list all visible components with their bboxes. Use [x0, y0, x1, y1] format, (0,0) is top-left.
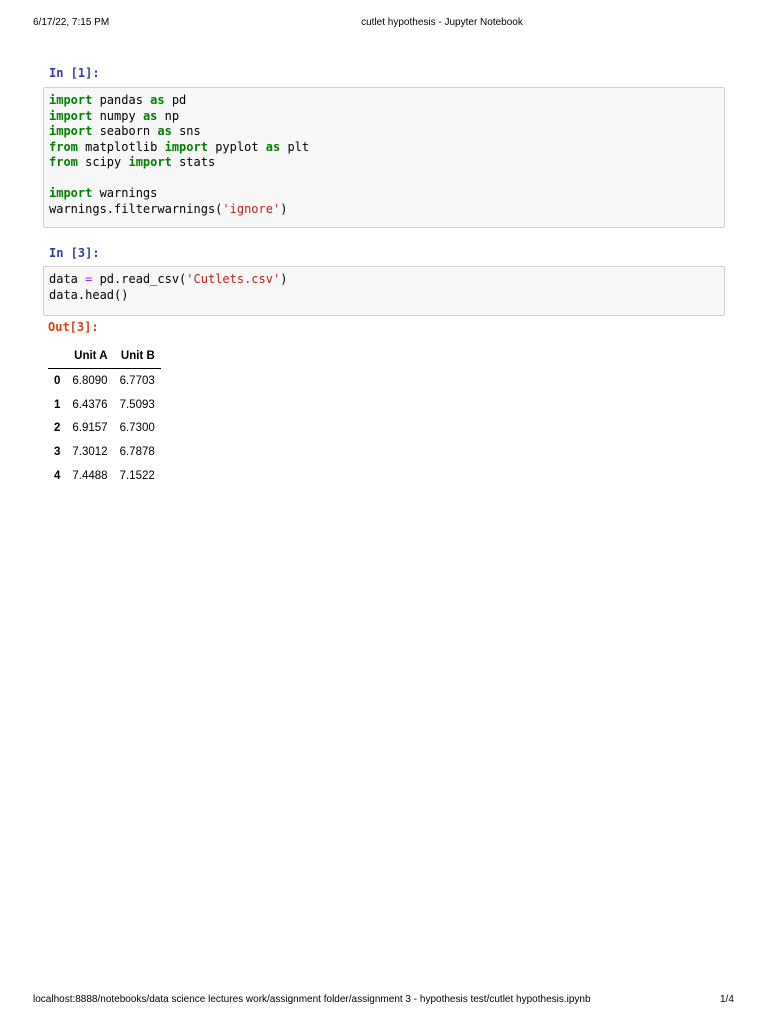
table-cell: 6.7300 [119, 422, 155, 435]
code-text: warnings [92, 186, 158, 200]
code-text: seaborn [92, 124, 158, 138]
code-text: pd [164, 93, 187, 107]
column-header: Unit A [74, 350, 108, 362]
code-line: import pandas as pd [49, 93, 724, 109]
cell-1-prompt: In [1]: [49, 66, 100, 80]
code-line: from matplotlib import pyplot as plt [49, 140, 724, 156]
table-cell: 7.1522 [119, 469, 155, 482]
table-row: 4 7.4488 7.1522 [48, 464, 161, 488]
code-keyword: from [49, 139, 78, 154]
print-url: localhost:8888/notebooks/data science le… [33, 994, 591, 1005]
code-keyword: import [128, 155, 172, 169]
print-title: cutlet hypothesis - Jupyter Notebook [361, 17, 523, 28]
code-text: ) [280, 201, 288, 216]
table-cell: 6.7878 [119, 445, 155, 458]
code-string: 'Cutlets.csv' [186, 272, 281, 286]
code-keyword: import [164, 139, 208, 154]
table-body: 0 6.8090 6.7703 1 6.4376 7.5093 2 6.9157 6.7300 3… [48, 369, 161, 488]
code-line: warnings.filterwarnings('ignore') [49, 202, 724, 218]
code-text: np [157, 108, 180, 123]
table-cell: 6.8090 [72, 374, 108, 387]
code-text: pyplot [207, 139, 266, 154]
page-number: 1/4 [720, 994, 734, 1005]
code-keyword: import [49, 124, 93, 138]
code-text: pandas [92, 93, 151, 107]
code-text: plt [280, 139, 310, 154]
code-keyword: as [150, 93, 165, 107]
code-cell-3[interactable]: data = pd.read_csv('Cutlets.csv') data.he… [43, 266, 725, 316]
table-cell: 6.4376 [72, 398, 108, 411]
column-header: Unit B [120, 350, 155, 362]
row-index: 2 [54, 422, 61, 435]
code-text: ) [280, 272, 288, 286]
table-row: 2 6.9157 6.7300 [48, 416, 161, 440]
code-text: warnings.filterwarnings( [49, 201, 223, 216]
code-text: matplotlib [77, 139, 165, 154]
code-line: data = pd.read_csv('Cutlets.csv') [49, 272, 724, 288]
code-keyword: as [142, 108, 158, 123]
code-keyword: from [49, 155, 78, 169]
code-keyword: import [49, 108, 93, 123]
table-cell: 7.4488 [72, 469, 108, 482]
code-cell-1[interactable]: import pandas as pd import numpy as np imp… [43, 87, 725, 228]
code-editor[interactable]: data = pd.read_csv('Cutlets.csv') data.he… [49, 272, 724, 303]
code-line: data.head() [49, 288, 724, 304]
table-row: 3 7.3012 6.7878 [48, 440, 161, 464]
code-text: pd.read_csv( [92, 272, 187, 286]
code-editor[interactable]: import pandas as pd import numpy as np imp… [49, 93, 724, 217]
code-keyword: as [157, 124, 172, 138]
row-index: 3 [54, 445, 61, 458]
dataframe-table: Unit A Unit B 0 6.8090 6.7703 1 6.4376 7.5093 2… [48, 346, 161, 487]
table-cell: 6.7703 [119, 374, 155, 387]
code-string: 'ignore' [222, 201, 281, 216]
table-header-row: Unit A Unit B [48, 346, 161, 369]
row-index: 0 [54, 374, 61, 387]
table-cell: 6.9157 [72, 422, 108, 435]
code-text: numpy [92, 108, 143, 123]
cell-3-prompt: In [3]: [49, 246, 100, 260]
code-line: import warnings [49, 186, 724, 202]
code-text: sns [171, 124, 201, 138]
code-line: import numpy as np [49, 109, 724, 125]
code-keyword: import [49, 93, 93, 107]
code-text: data [49, 272, 86, 286]
code-text: stats [171, 155, 216, 169]
code-keyword: as [265, 139, 281, 154]
output-prompt: Out[3]: [48, 320, 99, 334]
row-index: 4 [54, 469, 61, 482]
code-text: data.head() [49, 287, 129, 302]
code-text: scipy [77, 155, 129, 169]
code-keyword: import [49, 186, 93, 200]
table-cell: 7.5093 [119, 398, 155, 411]
row-index: 1 [54, 398, 61, 411]
code-line: import seaborn as sns [49, 124, 724, 140]
table-row: 1 6.4376 7.5093 [48, 393, 161, 417]
code-line: from scipy import stats [49, 155, 724, 171]
column-header [48, 346, 66, 369]
table-row: 0 6.8090 6.7703 [48, 369, 161, 393]
table-cell: 7.3012 [72, 445, 108, 458]
